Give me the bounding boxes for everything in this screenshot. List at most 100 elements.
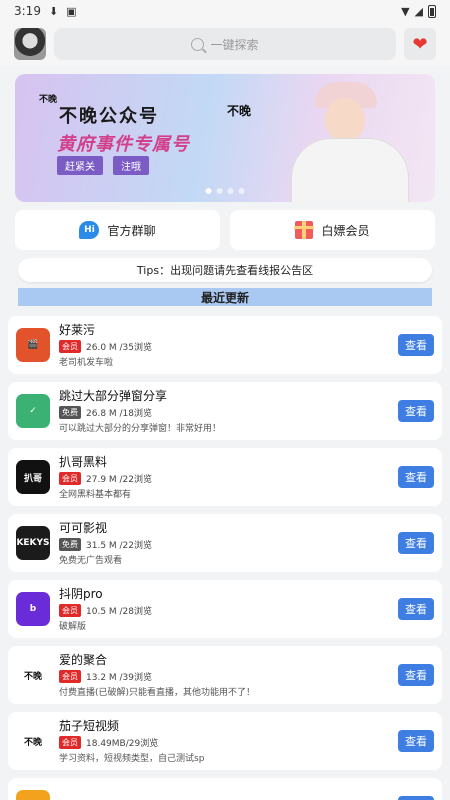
app-name: 茄子短视频 xyxy=(59,718,120,733)
app-stats: 18.49MB/29浏览 xyxy=(86,738,159,749)
status-time: 3:19 xyxy=(14,4,41,18)
app-icon: 🎬 xyxy=(16,328,50,362)
free-membership-label: 白嫖会员 xyxy=(321,223,370,238)
app-meta: 免费 31.5 M /22浏览 xyxy=(59,537,398,551)
banner-tags: 赶紧关 注哦 xyxy=(57,156,149,175)
signal-icon: ◢ xyxy=(414,4,423,18)
wifi-icon: ▼ xyxy=(401,4,410,18)
view-button[interactable]: 查看 xyxy=(398,598,434,620)
list-item[interactable]: b 抖阴pro 会员 10.5 M /28浏览 破解版 查看 xyxy=(8,580,442,638)
app-meta: 会员 13.2 M /39浏览 xyxy=(59,669,398,683)
app-description: 学习资料，短视频类型，自己测试sp xyxy=(59,753,205,764)
banner-tag: 注哦 xyxy=(113,156,149,175)
list-item[interactable]: 悟饭游戏厅查看 xyxy=(8,778,442,800)
carousel-dot[interactable] xyxy=(205,188,212,194)
app-description: 付费直播(已破解)只能看直播，其他功能用不了！ xyxy=(59,687,256,698)
app-name: 扒哥黑料 xyxy=(59,454,108,469)
status-badge: 免费 xyxy=(59,537,81,551)
top-bar: 一键探索 ❤ xyxy=(0,22,450,66)
carousel-dot[interactable] xyxy=(227,188,234,194)
app-icon xyxy=(16,790,50,800)
app-icon: ✓ xyxy=(16,394,50,428)
app-stats: 26.8 M /18浏览 xyxy=(86,408,153,419)
app-icon-text: KEKYS xyxy=(16,538,50,548)
list-item[interactable]: KEKYS 可可影视 免费 31.5 M /22浏览 免费无广告观看 查看 xyxy=(8,514,442,572)
view-button[interactable]: 查看 xyxy=(398,400,434,422)
app-stats: 27.9 M /22浏览 xyxy=(86,474,153,485)
status-badge: 免费 xyxy=(59,405,81,419)
app-stats: 26.0 M /35浏览 xyxy=(86,342,153,353)
app-info: 茄子短视频会员 18.49MB/29浏览 学习资料，短视频类型，自己测试sp xyxy=(59,719,398,764)
list-item[interactable]: 不晚 爱的聚合会员 13.2 M /39浏览付费直播(已破解)只能看直播，其他功能用… xyxy=(8,646,442,704)
app-description: 全网黑料基本都有 xyxy=(59,489,132,500)
list-item[interactable]: 扒哥 扒哥黑料会员 27.9 M /22浏览全网黑料基本都有 查看 xyxy=(8,448,442,506)
view-button[interactable]: 查看 xyxy=(398,664,434,686)
app-icon-text: b xyxy=(29,604,37,614)
banner-brand: 不晚 xyxy=(39,95,58,105)
app-icon-text: ✓ xyxy=(29,406,37,416)
banner-model-image xyxy=(285,82,415,202)
promo-banner[interactable]: 不晚 不晚公众号 不晚 黄府事件专属号 赶紧关 注哦 xyxy=(15,74,435,202)
status-badge: 会员 xyxy=(59,669,81,683)
carousel-dot[interactable] xyxy=(216,188,223,194)
search-placeholder: 一键探索 xyxy=(210,37,259,52)
app-list: 🎬 好莱污 会员 26.0 M /35浏览 老司机发车啦 查看 ✓ 跳过大部分弹窗分享 免费 26… xyxy=(8,316,442,800)
banner-title: 不晚公众号 xyxy=(59,106,159,127)
app-icon-text: 不晚 xyxy=(23,737,42,748)
search-icon xyxy=(191,37,205,51)
app-stats: 10.5 M /28浏览 xyxy=(86,606,153,617)
banner-tag: 赶紧关 xyxy=(57,156,103,175)
view-button[interactable]: 查看 xyxy=(398,532,434,554)
section-title: 最近更新 xyxy=(18,288,432,306)
app-info: 好莱污 会员 26.0 M /35浏览 老司机发车啦 xyxy=(59,323,398,368)
app-meta: 免费 26.8 M /18浏览 xyxy=(59,405,398,419)
carousel-dot[interactable] xyxy=(238,188,245,194)
app-meta: 会员 10.5 M /28浏览 xyxy=(59,603,398,617)
app-description: 破解版 xyxy=(59,621,87,632)
app-icon-text: 不晚 xyxy=(23,671,42,682)
app-icon: 扒哥 xyxy=(16,460,50,494)
battery-icon xyxy=(428,4,436,18)
heart-icon: ❤ xyxy=(412,33,428,55)
app-icon: 不晚 xyxy=(16,658,50,692)
search-input[interactable]: 一键探索 xyxy=(54,28,396,60)
app-info: 跳过大部分弹窗分享 免费 26.8 M /18浏览 可以跳过大部分的分享弹窗！非常好用… xyxy=(59,389,398,434)
list-item[interactable]: ✓ 跳过大部分弹窗分享 免费 26.8 M /18浏览 可以跳过大部分的分享弹窗！非常好… xyxy=(8,382,442,440)
app-info: 爱的聚合会员 13.2 M /39浏览付费直播(已破解)只能看直播，其他功能用不了… xyxy=(59,653,398,698)
app-icon: b xyxy=(16,592,50,626)
app-icon-text: 🎬 xyxy=(27,340,39,350)
app-description: 可以跳过大部分的分享弹窗！非常好用！ xyxy=(59,423,222,434)
official-group-button[interactable]: Hi 官方群聊 xyxy=(15,210,220,250)
app-info: 扒哥黑料会员 27.9 M /22浏览全网黑料基本都有 xyxy=(59,455,398,500)
banner-brand-secondary: 不晚 xyxy=(227,104,252,118)
view-button[interactable]: 查看 xyxy=(398,466,434,488)
view-button[interactable]: 查看 xyxy=(398,730,434,752)
app-name: 爱的聚合 xyxy=(59,652,108,667)
avatar[interactable] xyxy=(14,28,46,60)
app-meta: 会员 26.0 M /35浏览 xyxy=(59,339,398,353)
app-meta: 会员 18.49MB/29浏览 xyxy=(59,735,398,749)
app-meta: 会员 27.9 M /22浏览 xyxy=(59,471,398,485)
favorite-button[interactable]: ❤ xyxy=(404,28,436,60)
app-info: 抖阴pro 会员 10.5 M /28浏览 破解版 xyxy=(59,587,398,632)
app-icon-text: 扒哥 xyxy=(23,473,42,484)
view-button[interactable]: 查看 xyxy=(398,334,434,356)
app-description: 老司机发车啦 xyxy=(59,357,114,368)
official-group-label: 官方群聊 xyxy=(107,223,156,238)
status-badge: 会员 xyxy=(59,471,81,485)
status-bar: 3:19 ⬇ ▣ ▼ ◢ xyxy=(0,0,450,22)
app-stats: 13.2 M /39浏览 xyxy=(86,672,153,683)
banner-subtitle: 黄府事件专属号 xyxy=(57,134,190,155)
free-membership-button[interactable]: 白嫖会员 xyxy=(230,210,435,250)
app-description: 免费无广告观看 xyxy=(59,555,123,566)
status-badge: 会员 xyxy=(59,339,81,353)
app-stats: 31.5 M /22浏览 xyxy=(86,540,153,551)
carousel-indicator xyxy=(205,188,245,194)
status-badge: 会员 xyxy=(59,603,81,617)
list-item[interactable]: 🎬 好莱污 会员 26.0 M /35浏览 老司机发车啦 查看 xyxy=(8,316,442,374)
gift-icon xyxy=(294,221,315,239)
view-button[interactable]: 查看 xyxy=(398,796,434,800)
list-item[interactable]: 不晚 茄子短视频 会员 18.49MB/29浏览 学习资料，短视频类型，自己测试sp 查看 xyxy=(8,712,442,770)
tips-notice[interactable]: Tips：出现问题请先查看线报公告区 xyxy=(18,258,432,282)
quick-actions: Hi 官方群聊 白嫖会员 xyxy=(15,210,435,250)
